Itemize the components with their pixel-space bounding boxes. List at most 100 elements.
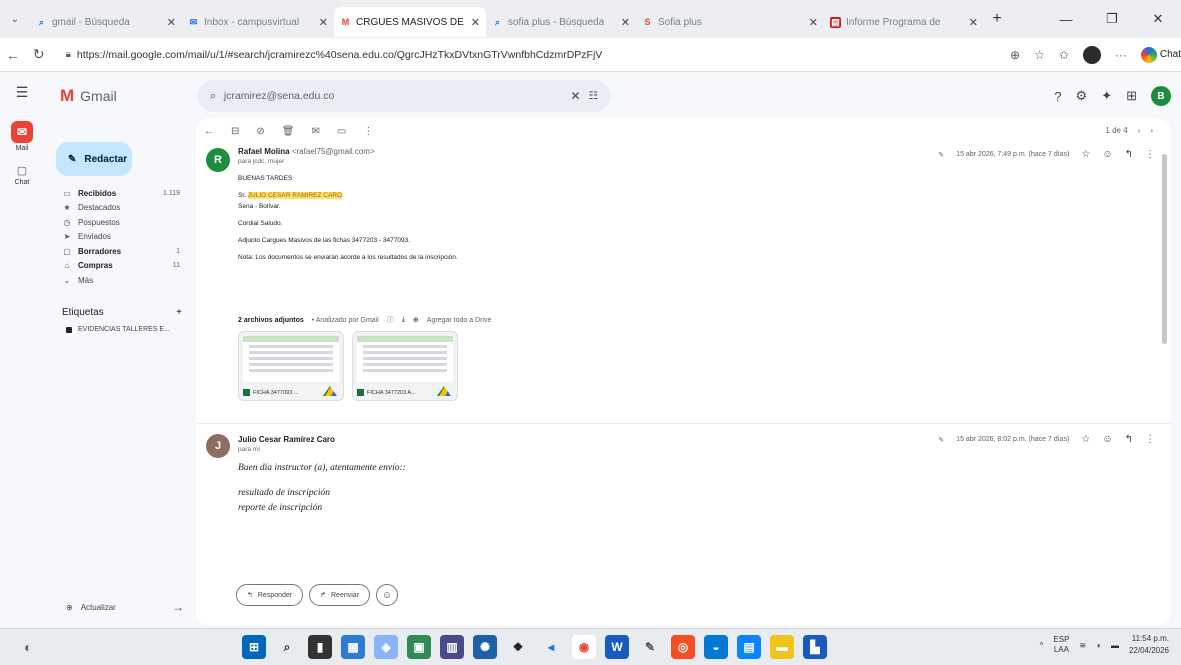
label-item[interactable]: EVIDENCIAS TALLERES E... [66,326,186,333]
sender-name[interactable]: Rafael Molina <rafael75@gmail.com> [238,147,375,156]
favorite-star-icon[interactable]: ☆ [1034,48,1045,62]
clear-search-icon[interactable]: ✕ [571,89,581,103]
emoji-icon[interactable]: ☺ [1102,149,1112,160]
reply-icon[interactable]: ↰ [1125,434,1133,445]
info-icon[interactable]: ⓘ [387,315,394,325]
search-icon[interactable]: ⌕ [210,90,216,103]
report-spam-icon[interactable]: ⊘ [256,126,264,137]
browser-tab-3-active[interactable]: M CRGUES MASIVOS DE ✕ [334,7,486,37]
recipient-line[interactable]: para mí [238,446,260,453]
more-vert-icon[interactable]: ⋮ [363,126,373,137]
add-label-button[interactable]: + [176,307,182,318]
browser-tab-5[interactable]: S Sofia plus ✕ [636,7,824,37]
attachment-card[interactable]: FICHA 3477203 A... [352,331,458,401]
new-tab-button[interactable]: + [984,10,1010,28]
next-icon[interactable]: › [1150,126,1153,135]
close-icon[interactable]: ✕ [471,16,480,29]
mail-app-icon[interactable]: ◂ [539,635,563,659]
back-icon[interactable]: ← [0,47,26,63]
archive-icon[interactable]: ⊟ [231,126,239,137]
zoom-icon[interactable]: ⊕ [1010,48,1020,62]
add-to-drive-link[interactable]: Agregar todo a Drive [427,317,492,324]
favorites-icon[interactable]: ✩ [1059,48,1069,62]
pen-icon[interactable]: ✎ [638,635,662,659]
nav-item-inbox[interactable]: ▭ Recibidos 1.119 [56,186,186,201]
chrome-icon[interactable]: ◉ [572,635,596,659]
word-doc-icon[interactable]: ▙ [803,635,827,659]
emoji-icon[interactable]: ☺ [1102,434,1112,445]
sender-avatar[interactable]: R [206,148,230,172]
upgrade-row[interactable]: ⊕ Actualizar → [66,600,184,614]
drive-add-icon[interactable]: ⊕ [413,316,419,324]
outlook-icon[interactable]: ▤ [737,635,761,659]
back-to-list-icon[interactable]: ← [204,126,214,137]
wifi-icon[interactable]: ≋ [1079,641,1086,650]
edge-icon[interactable]: ◒ [704,635,728,659]
close-icon[interactable]: ✕ [969,16,978,29]
move-to-icon[interactable]: ▭ [337,126,346,137]
tray-expand-icon[interactable]: ^ [1040,641,1044,650]
teams-icon[interactable]: ▥ [440,635,464,659]
search-options-icon[interactable]: ☷ [589,90,598,102]
browser-tab-6[interactable]: ▤ Informe Programa de ✕ [824,7,984,37]
minimize-icon[interactable]: — [1043,0,1089,38]
delete-icon[interactable]: 🗑︎ [282,126,295,137]
settings-app-icon[interactable]: ✺ [473,635,497,659]
browser-tab-2[interactable]: ✉ Inbox - campusvirtual ✕ [182,7,334,37]
dropbox-icon[interactable]: ❖ [506,635,530,659]
search-input[interactable]: jcramirez@sena.edu.co [224,90,563,102]
volume-icon[interactable]: ◖ [1096,641,1101,650]
chat-rail-icon[interactable]: ▢ [17,164,27,177]
sender-name[interactable]: Julio Cesar Ramírez Caro [238,435,335,444]
mark-unread-icon[interactable]: ✉ [311,126,319,137]
reply-icon[interactable]: ↰ [1125,149,1133,160]
star-icon[interactable]: ☆ [1081,434,1090,445]
browser-tab-1[interactable]: ⌕ gmail - Búsqueda ✕ [30,7,182,37]
close-window-icon[interactable]: ✕ [1135,0,1181,38]
nav-item-send[interactable]: ➤ Enviados [56,230,186,245]
nav-item-draft[interactable]: ▢ Borradores 1 [56,244,186,259]
emoji-reaction-button[interactable]: ☺ [376,584,399,606]
reply-button[interactable]: ↰ Responder [236,584,304,606]
search-icon[interactable]: ⌕ [275,635,299,659]
tab-actions-icon[interactable]: ⌄ [0,0,30,38]
attachment-card[interactable]: FICHA 3477093 ... [238,331,344,401]
store-icon[interactable]: ▣ [407,635,431,659]
nav-item-clock[interactable]: ◷ Pospuestos [56,215,186,230]
office-icon[interactable]: ◎ [671,635,695,659]
nav-item-chevron[interactable]: ⌄ Más [56,273,186,288]
nav-item-star[interactable]: ★ Destacados [56,201,186,216]
close-icon[interactable]: ✕ [319,16,328,29]
sender-avatar[interactable]: J [206,434,230,458]
battery-icon[interactable]: ▬ [1111,641,1119,650]
forward-button[interactable]: ↱ Reenviar [309,584,371,606]
more-vert-icon[interactable]: ⋮ [1145,149,1155,160]
search-bar[interactable]: ⌕ jcramirez@sena.edu.co ✕ ☷ [198,80,610,112]
star-icon[interactable]: ☆ [1081,149,1090,160]
apps-grid-icon[interactable]: ⊞ [1126,88,1137,104]
browser-tab-4[interactable]: ⌕ sofia plus - Búsqueda ✕ [486,7,636,37]
compose-button[interactable]: ✎ Redactar [56,142,132,176]
start-icon[interactable]: ⊞ [242,635,266,659]
download-all-icon[interactable]: ⤓ [402,316,405,324]
widgets-app-icon[interactable]: ▦ [341,635,365,659]
drive-icon[interactable] [437,386,451,396]
maximize-icon[interactable]: ❐ [1089,0,1135,38]
language-indicator[interactable]: ESP LAA [1053,635,1069,655]
more-icon[interactable]: ··· [1115,48,1127,62]
recipient-line[interactable]: para jcdc, mujer [238,158,284,165]
clock[interactable]: 11:54 p.m. 22/04/2026 [1129,633,1169,657]
lock-icon[interactable]: 🔒︎ [66,49,71,60]
task-view-icon[interactable]: ▮ [308,635,332,659]
word-icon[interactable]: W [605,635,629,659]
copilot-app-icon[interactable]: ◈ [374,635,398,659]
close-icon[interactable]: ✕ [167,16,176,29]
reload-icon[interactable]: ↻ [26,46,52,63]
mail-rail-icon[interactable]: ✉ [11,121,33,143]
close-icon[interactable]: ✕ [621,16,630,29]
scrollbar[interactable] [1162,154,1167,344]
main-menu-icon[interactable]: ☰ [16,84,29,101]
prev-icon[interactable]: ‹ [1138,126,1141,135]
widgets-icon[interactable]: ◐ [24,639,32,655]
nav-item-cart[interactable]: ⌂ Compras 11 [56,259,186,274]
